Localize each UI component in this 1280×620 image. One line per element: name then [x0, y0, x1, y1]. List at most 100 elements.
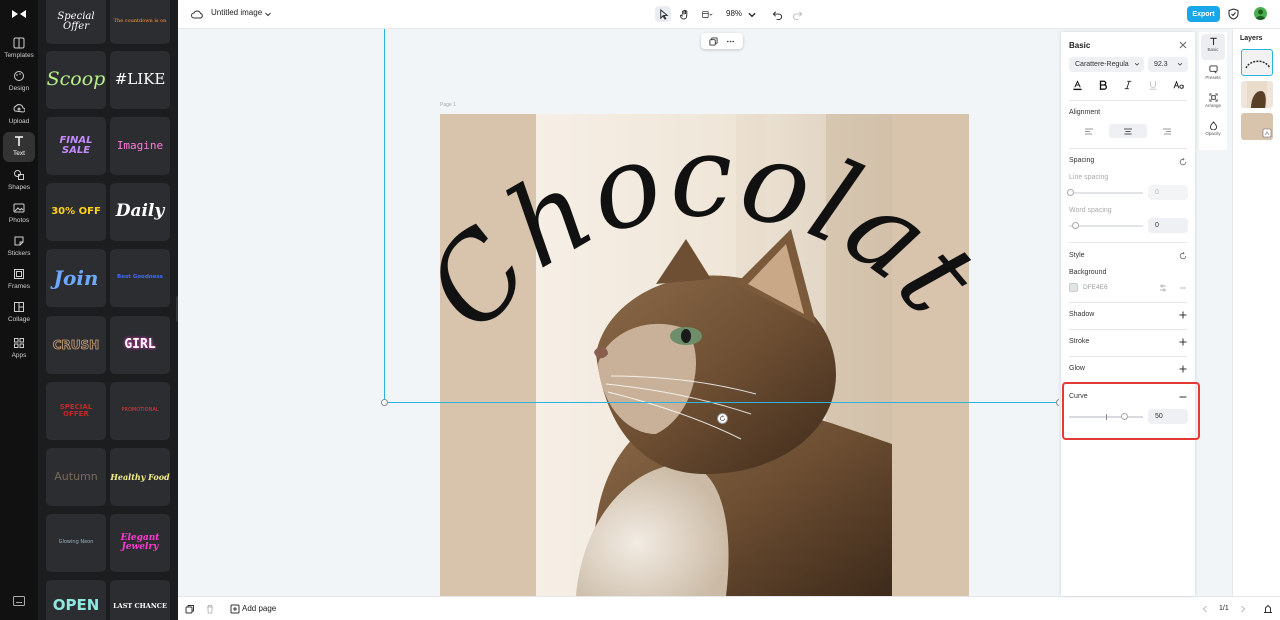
template-card[interactable]: Healthy Food [110, 448, 170, 506]
template-card[interactable]: Join [46, 249, 106, 307]
add-page-button[interactable]: Add page [242, 604, 276, 613]
align-center-button[interactable] [1108, 124, 1147, 138]
italic-button[interactable] [1121, 79, 1135, 91]
duplicate-icon[interactable] [709, 36, 718, 46]
align-right-button[interactable] [1148, 124, 1186, 138]
word-spacing-slider[interactable] [1069, 225, 1143, 227]
tab-presets[interactable]: Presets [1201, 62, 1225, 88]
template-card[interactable]: OPEN [46, 580, 106, 620]
line-spacing-thumb[interactable] [1067, 189, 1074, 196]
apps-icon [3, 337, 35, 352]
add-page-icon[interactable] [230, 604, 240, 614]
more-options-icon[interactable] [726, 37, 735, 46]
previous-page-icon[interactable] [1200, 604, 1210, 614]
layer-background-thumbnail[interactable] [1241, 113, 1273, 140]
resize-handle[interactable] [381, 399, 388, 406]
tab-arrange[interactable]: Arrange [1201, 90, 1225, 116]
rail-item-shapes[interactable]: Shapes [3, 166, 35, 196]
pages-overview-icon[interactable] [185, 604, 195, 614]
shield-icon[interactable] [1228, 8, 1239, 20]
redo-button[interactable] [790, 6, 804, 22]
align-left-button[interactable] [1070, 124, 1108, 138]
keyboard-shortcuts-icon[interactable] [13, 596, 25, 606]
collapse-pages-icon[interactable] [1263, 604, 1273, 614]
stroke-label: Stroke [1069, 338, 1090, 345]
select-tool-button[interactable] [655, 6, 671, 22]
template-card[interactable]: PROMOTIONAL [110, 382, 170, 440]
layout-menu-button[interactable] [696, 6, 718, 22]
layer-photo-thumbnail[interactable] [1241, 81, 1273, 108]
font-family-dropdown[interactable]: Carattere-Regula [1069, 57, 1144, 72]
rail-item-upload[interactable]: Upload [3, 100, 35, 130]
zoom-dropdown[interactable] [747, 6, 757, 22]
chevron-down-icon[interactable] [264, 10, 272, 18]
layers-title: Layers [1240, 35, 1263, 42]
close-icon[interactable] [1179, 41, 1187, 49]
undo-button[interactable] [770, 6, 784, 22]
rotate-handle[interactable] [717, 413, 728, 424]
template-card[interactable]: CRUSH [46, 316, 106, 374]
text-case-button[interactable] [1172, 79, 1186, 91]
reset-icon[interactable] [1179, 252, 1187, 260]
rail-item-stickers[interactable]: Stickers [3, 232, 35, 262]
bold-button[interactable] [1096, 79, 1110, 91]
template-card[interactable]: SPECIAL OFFER [46, 382, 106, 440]
next-page-icon[interactable] [1238, 604, 1248, 614]
tab-opacity[interactable]: Opacity [1201, 118, 1225, 144]
template-card[interactable]: Best Goodness [110, 249, 170, 307]
layers-panel: Layers [1232, 29, 1280, 596]
curved-text-chocolate[interactable]: Chocolate [438, 89, 998, 419]
template-card[interactable]: LAST CHANCE [110, 580, 170, 620]
document-title[interactable]: Untitled image [211, 8, 262, 17]
template-card[interactable]: FINAL SALE [46, 117, 106, 175]
text-color-button[interactable] [1070, 79, 1084, 91]
canvas-area[interactable]: Page 1 hocolat [178, 29, 1059, 596]
zoom-level[interactable]: 98% [726, 9, 742, 18]
rail-item-collage[interactable]: Collage [3, 298, 35, 328]
template-card[interactable]: The countdown is on [110, 0, 170, 44]
background-color-swatch[interactable] [1069, 283, 1078, 292]
hand-tool-button[interactable] [676, 6, 692, 22]
shapes-icon [3, 169, 35, 184]
resize-handle[interactable] [1056, 399, 1059, 406]
template-card[interactable]: 30% OFF [46, 183, 106, 241]
template-card[interactable]: Special Offer [46, 0, 106, 44]
add-shadow-icon[interactable] [1179, 311, 1187, 319]
font-size-dropdown[interactable]: 92.3 [1148, 57, 1188, 72]
add-stroke-icon[interactable] [1179, 338, 1187, 346]
template-card[interactable]: Imagine [110, 117, 170, 175]
word-spacing-thumb[interactable] [1072, 222, 1079, 229]
rail-item-text[interactable]: Text [3, 132, 35, 162]
word-spacing-input[interactable]: 0 [1148, 218, 1188, 233]
rail-item-design[interactable]: Design [3, 67, 35, 97]
template-card[interactable]: Elegant Jewelry [110, 514, 170, 572]
tab-basic[interactable]: Basic [1201, 34, 1225, 60]
line-spacing-slider[interactable] [1069, 192, 1143, 194]
add-glow-icon[interactable] [1179, 365, 1187, 373]
layer-text-thumbnail[interactable] [1241, 49, 1273, 76]
line-spacing-input[interactable]: 0 [1148, 185, 1188, 200]
rail-item-templates[interactable]: Templates [3, 34, 35, 64]
rail-item-apps[interactable]: Apps [3, 334, 35, 364]
minus-icon[interactable] [1179, 284, 1187, 292]
rail-item-photos[interactable]: Photos [3, 199, 35, 229]
template-card[interactable]: Daily [110, 183, 170, 241]
chevron-down-icon [748, 12, 756, 17]
export-button[interactable]: Export [1187, 6, 1220, 22]
template-card[interactable]: Autumn [46, 448, 106, 506]
underline-icon [1149, 81, 1157, 90]
underline-button[interactable] [1146, 79, 1160, 91]
property-tabs: Basic Presets Arrange Opacity [1199, 32, 1227, 150]
background-color-value[interactable]: DFE4E6 [1083, 284, 1108, 291]
rail-item-frames[interactable]: Frames [3, 265, 35, 295]
reset-icon[interactable] [1179, 158, 1187, 166]
template-card[interactable]: #LIKE [110, 51, 170, 109]
template-card[interactable]: Glowing Neon [46, 514, 106, 572]
trash-icon[interactable] [205, 604, 215, 614]
template-card[interactable]: Scoop [46, 51, 106, 109]
adjust-icon[interactable] [1159, 284, 1167, 292]
template-card[interactable]: GIRL [110, 316, 170, 374]
capcut-logo[interactable] [11, 8, 27, 20]
avatar[interactable] [1254, 7, 1267, 20]
text-icon [1209, 37, 1217, 46]
